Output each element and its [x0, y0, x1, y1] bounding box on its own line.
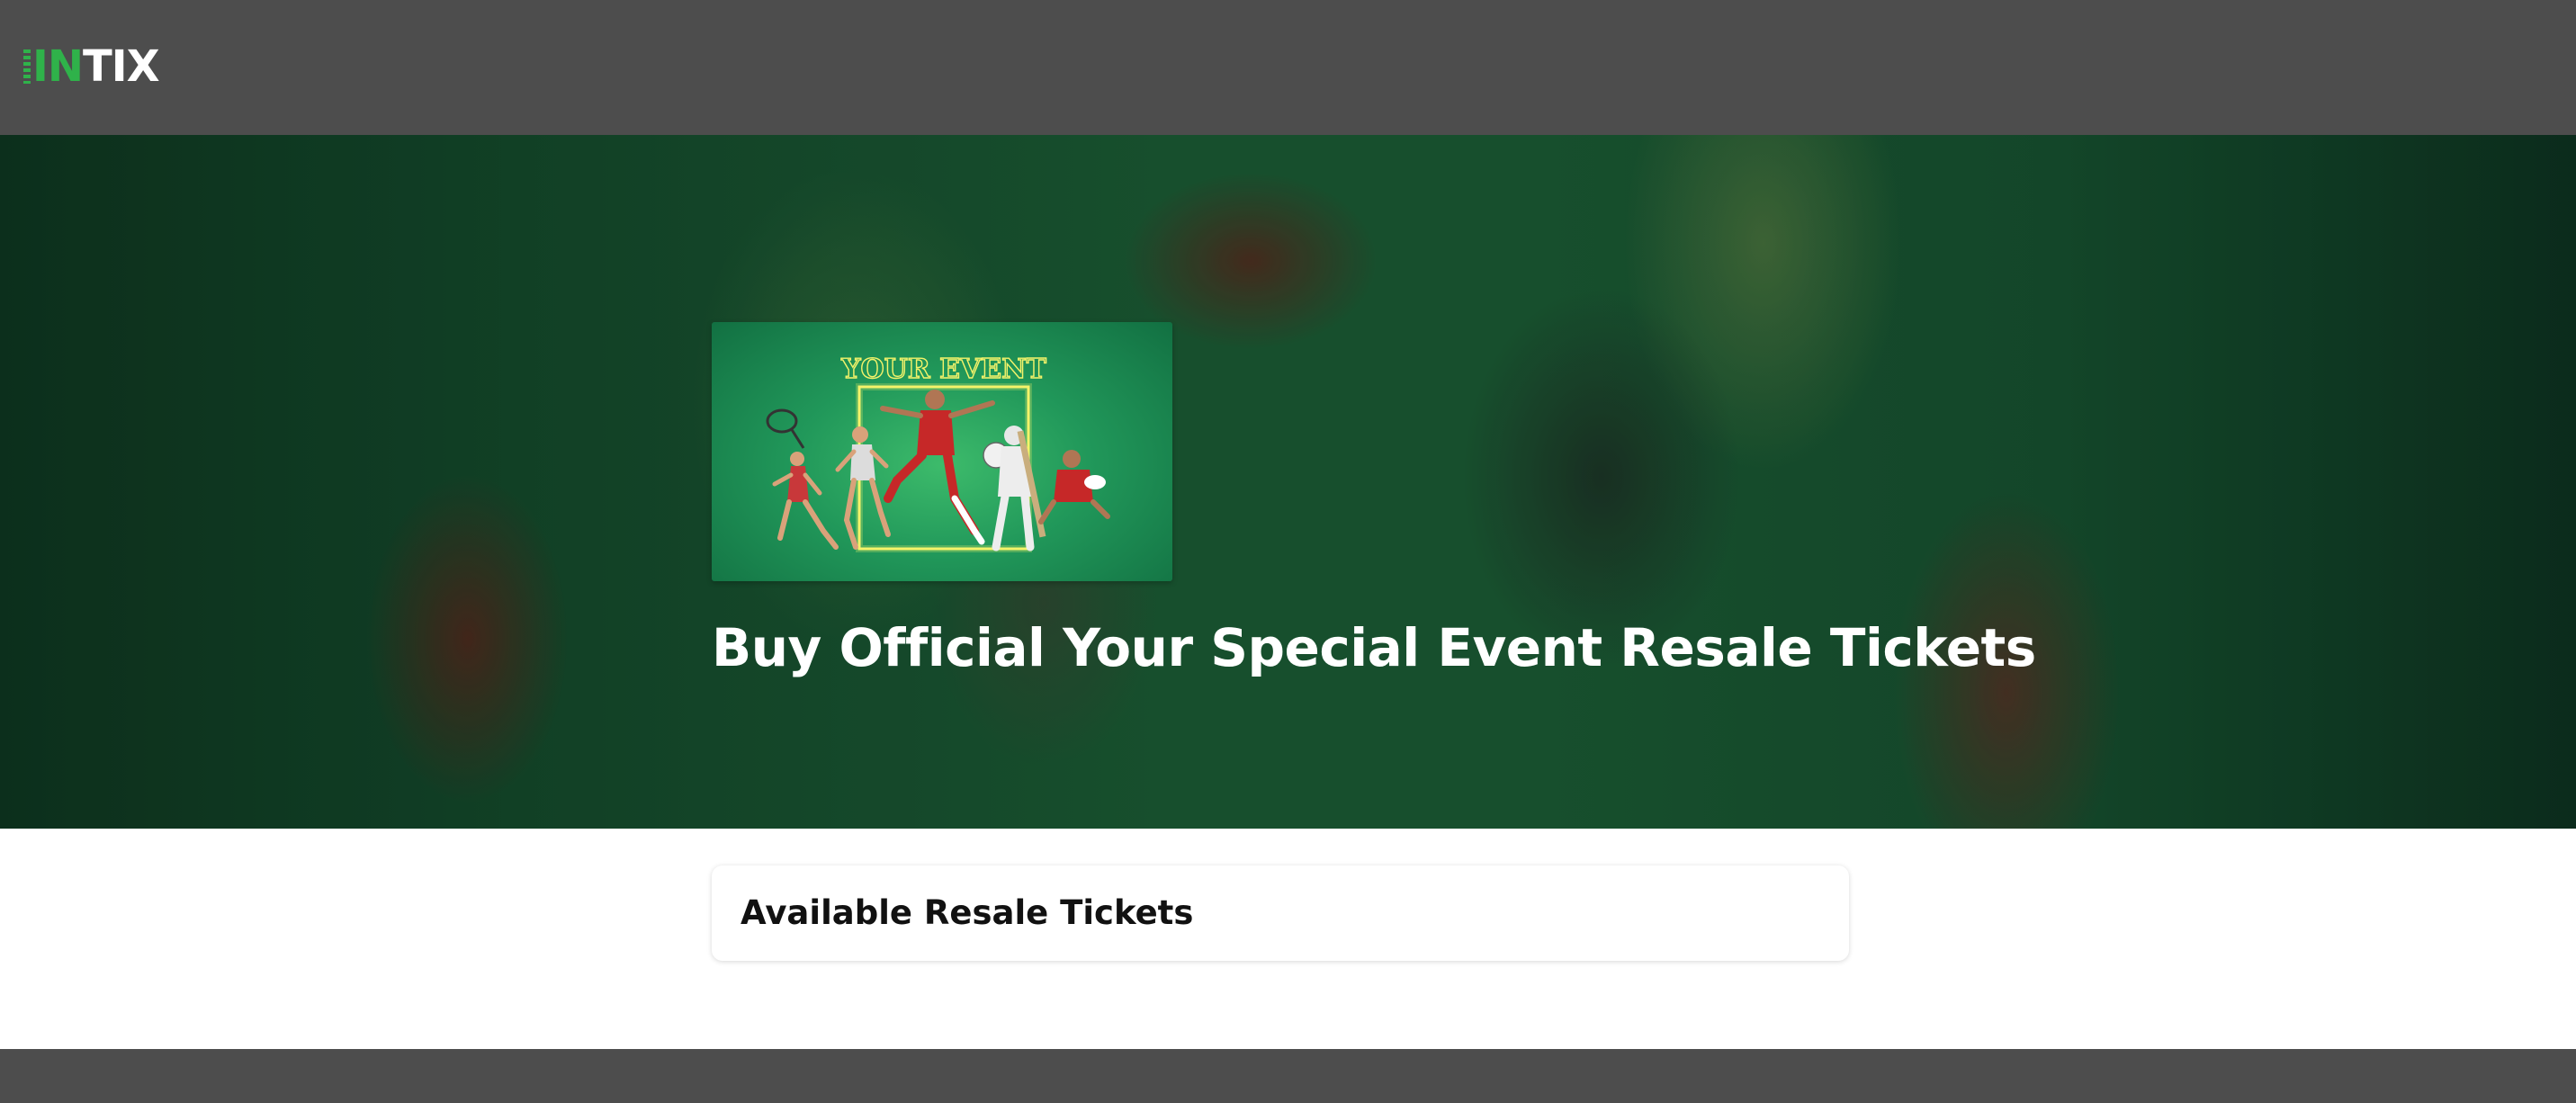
event-image: YOUR EVENT [712, 322, 1172, 581]
cricketer-figure [992, 426, 1046, 552]
football-player-figure [880, 390, 1010, 545]
event-hero-banner: YOUR EVENT Buy Official Your Special Eve… [0, 135, 2576, 829]
event-image-caption: YOUR EVENT [840, 354, 1047, 385]
page-footer [0, 1049, 2576, 1103]
hero-overlay [0, 135, 2576, 829]
page-title: Buy Official Your Special Event Resale T… [712, 617, 2036, 678]
resale-tickets-heading: Available Resale Tickets [740, 893, 1194, 932]
top-navigation-bar: IN TIX [0, 0, 2576, 135]
intix-logo[interactable]: IN TIX [23, 41, 160, 92]
rugby-player-figure [1038, 450, 1110, 525]
tennis-player-figure [766, 408, 839, 550]
resale-tickets-card: Available Resale Tickets [712, 865, 1849, 961]
logo-text-tix: TIX [83, 41, 160, 92]
ticket-stub-icon [23, 49, 31, 84]
logo-text-in: IN [32, 41, 84, 92]
